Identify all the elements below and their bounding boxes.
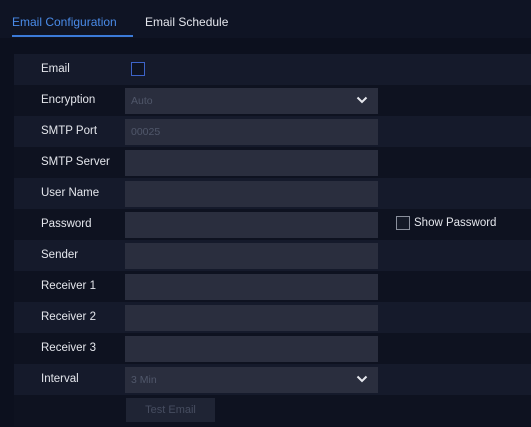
show-password-label[interactable]: Show Password: [414, 217, 496, 229]
tab-email-schedule[interactable]: Email Schedule: [145, 0, 228, 38]
encryption-label: Encryption: [41, 94, 96, 106]
interval-select[interactable]: 3 Min: [125, 367, 378, 393]
active-tab-indicator: [12, 35, 133, 37]
row-email: [14, 54, 531, 85]
smtp-port-input[interactable]: 00025: [125, 119, 378, 145]
receiver-2-label: Receiver 2: [41, 311, 96, 323]
encryption-value: Auto: [131, 95, 153, 107]
smtp-server-label: SMTP Server: [41, 156, 110, 168]
chevron-down-icon: [356, 375, 368, 383]
password-label: Password: [41, 218, 92, 230]
encryption-select[interactable]: Auto: [125, 88, 378, 114]
smtp-port-label: SMTP Port: [41, 125, 98, 137]
show-password-checkbox[interactable]: [396, 216, 410, 230]
email-label: Email: [41, 63, 70, 75]
smtp-server-input[interactable]: [125, 150, 378, 176]
user-name-label: User Name: [41, 187, 100, 199]
interval-value: 3 Min: [131, 374, 157, 386]
chevron-down-icon: [356, 96, 368, 104]
receiver-1-input[interactable]: [125, 274, 378, 300]
user-name-input[interactable]: [125, 181, 378, 207]
receiver-3-input[interactable]: [125, 336, 378, 362]
receiver-3-label: Receiver 3: [41, 342, 96, 354]
receiver-2-input[interactable]: [125, 305, 378, 331]
sender-input[interactable]: [125, 243, 378, 269]
row-test-email: [14, 395, 531, 426]
tab-bar: Email Configuration Email Schedule: [0, 0, 531, 38]
sender-label: Sender: [41, 249, 79, 261]
test-email-button[interactable]: Test Email: [126, 398, 215, 422]
receiver-1-label: Receiver 1: [41, 280, 96, 292]
interval-label: Interval: [41, 373, 79, 385]
email-enable-checkbox[interactable]: [131, 62, 145, 76]
tab-email-configuration[interactable]: Email Configuration: [12, 0, 117, 38]
password-input[interactable]: [125, 212, 378, 238]
